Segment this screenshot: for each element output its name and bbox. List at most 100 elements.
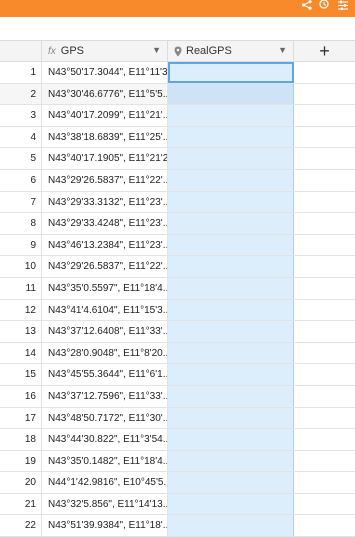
gps-cell[interactable]: N43°37'12.6408", E11°33'...	[42, 321, 168, 342]
top-toolbar	[0, 0, 355, 17]
gps-cell[interactable]: N43°28'0.9048", E11°8'20...	[42, 342, 168, 364]
table-row[interactable]: 13 N43°37'12.6408", E11°33'...	[0, 321, 355, 343]
realgps-cell[interactable]	[168, 342, 294, 364]
gps-cell[interactable]: N43°44'30.822", E11°3'54...	[42, 429, 168, 450]
table-row[interactable]: 16 N43°37'12.7596", E11°33'...	[0, 385, 355, 408]
row-number: 18	[0, 429, 42, 450]
gps-cell[interactable]: N43°29'26.5837", E11°22'...	[42, 169, 168, 191]
table-row[interactable]: 6 N43°29'26.5837", E11°22'...	[0, 169, 355, 192]
share-icon[interactable]	[301, 0, 313, 10]
realgps-cell[interactable]	[168, 234, 294, 256]
gps-cell[interactable]: N43°37'12.7596", E11°33'...	[42, 385, 168, 407]
column-header-gps[interactable]: fx GPS ▼	[42, 41, 168, 61]
table-row[interactable]: 19 N43°35'0.1482", E11°18'4...	[0, 450, 355, 473]
gps-cell[interactable]: N43°35'0.1482", E11°18'4...	[42, 450, 168, 472]
realgps-cell[interactable]	[168, 213, 294, 234]
realgps-cell[interactable]	[168, 407, 294, 429]
table-row[interactable]: 15 N43°45'55.3644", E11°6'1...	[0, 364, 355, 386]
empty-area	[294, 256, 355, 277]
column-header-realgps[interactable]: RealGPS ▼	[168, 41, 294, 61]
gps-cell[interactable]: N43°50'17.3044", E11°11'3...	[42, 62, 168, 83]
empty-area	[294, 299, 355, 321]
row-number: 22	[0, 515, 42, 537]
realgps-cell[interactable]	[168, 429, 294, 450]
gps-cell[interactable]: N43°29'26.5837", E11°22'...	[42, 256, 168, 277]
realgps-cell[interactable]	[168, 105, 294, 126]
table-row[interactable]: 11 N43°35'0.5597", E11°18'4...	[0, 277, 355, 300]
realgps-cell[interactable]	[168, 472, 294, 493]
add-column-button[interactable]: +	[294, 41, 355, 61]
row-number: 6	[0, 169, 42, 191]
gps-cell[interactable]: N43°40'17.2099", E11°21'...	[42, 105, 168, 126]
row-number: 4	[0, 126, 42, 148]
table-row[interactable]: 2 N43°30'46.6776", E11°5'5...	[0, 83, 355, 106]
chevron-down-icon[interactable]: ▼	[278, 45, 287, 55]
table-row[interactable]: 17 N43°48'50.7172", E11°30'...	[0, 407, 355, 430]
realgps-cell[interactable]	[168, 450, 294, 472]
table-row[interactable]: 5 N43°40'17.1905", E11°21'2...	[0, 148, 355, 170]
table-row[interactable]: 21 N43°32'5.856", E11°14'13...	[0, 493, 355, 516]
table-row[interactable]: 14 N43°28'0.9048", E11°8'20...	[0, 342, 355, 365]
table-header: fx GPS ▼ RealGPS ▼ +	[0, 40, 355, 62]
empty-area	[294, 62, 355, 83]
row-number: 17	[0, 407, 42, 429]
gps-cell[interactable]: N43°29'33.4248", E11°23'...	[42, 213, 168, 234]
table-row[interactable]: 12 N43°41'4.6104", E11°15'3...	[0, 299, 355, 322]
empty-area	[294, 191, 355, 213]
gps-cell[interactable]: N43°51'39.9384", E11°18'...	[42, 515, 168, 537]
table-row[interactable]: 22 N43°51'39.9384", E11°18'...	[0, 515, 355, 537]
table-row[interactable]: 1 N43°50'17.3044", E11°11'3...	[0, 62, 355, 84]
table-row[interactable]: 20 N44°1'42.9816", E10°45'5...	[0, 472, 355, 494]
realgps-cell[interactable]	[168, 515, 294, 537]
gps-cell[interactable]: N43°40'17.1905", E11°21'2...	[42, 148, 168, 169]
realgps-cell[interactable]	[168, 493, 294, 515]
empty-area	[294, 364, 355, 385]
empty-area	[294, 126, 355, 148]
table-row[interactable]: 18 N43°44'30.822", E11°3'54...	[0, 429, 355, 451]
realgps-cell[interactable]	[168, 191, 294, 213]
realgps-cell[interactable]	[168, 169, 294, 191]
location-pin-icon	[174, 46, 182, 57]
realgps-cell[interactable]	[168, 299, 294, 321]
gps-cell[interactable]: N43°41'4.6104", E11°15'3...	[42, 299, 168, 321]
realgps-cell[interactable]	[168, 385, 294, 407]
row-number: 5	[0, 148, 42, 169]
empty-area	[294, 83, 355, 105]
empty-area	[294, 407, 355, 429]
empty-area	[294, 342, 355, 364]
row-number: 10	[0, 256, 42, 277]
gps-cell[interactable]: N43°35'0.5597", E11°18'4...	[42, 277, 168, 299]
column-label: GPS	[60, 45, 85, 57]
table-row[interactable]: 10 N43°29'26.5837", E11°22'...	[0, 256, 355, 278]
realgps-cell[interactable]	[168, 126, 294, 148]
realgps-cell[interactable]	[168, 321, 294, 342]
chevron-down-icon[interactable]: ▼	[152, 45, 161, 55]
realgps-cell[interactable]	[168, 148, 294, 169]
realgps-cell[interactable]	[168, 256, 294, 277]
gps-cell[interactable]: N43°32'5.856", E11°14'13...	[42, 493, 168, 515]
row-number: 11	[0, 277, 42, 299]
row-number: 7	[0, 191, 42, 213]
gps-cell[interactable]: N44°1'42.9816", E10°45'5...	[42, 472, 168, 493]
realgps-cell[interactable]	[168, 277, 294, 299]
table-row[interactable]: 4 N43°38'18.6839", E11°25'...	[0, 126, 355, 149]
gps-cell[interactable]: N43°45'55.3644", E11°6'1...	[42, 364, 168, 385]
gps-cell[interactable]: N43°30'46.6776", E11°5'5...	[42, 83, 168, 105]
table-row[interactable]: 7 N43°29'33.3132", E11°23'...	[0, 191, 355, 214]
realgps-cell[interactable]	[168, 83, 294, 105]
realgps-cell-selected[interactable]	[168, 62, 294, 83]
gps-cell[interactable]: N43°48'50.7172", E11°30'...	[42, 407, 168, 429]
table-row[interactable]: 8 N43°29'33.4248", E11°23'...	[0, 213, 355, 235]
gps-cell[interactable]: N43°46'13.2384", E11°23'...	[42, 234, 168, 256]
empty-area	[294, 472, 355, 493]
gps-cell[interactable]: N43°29'33.3132", E11°23'...	[42, 191, 168, 213]
realgps-cell[interactable]	[168, 364, 294, 385]
table-row[interactable]: 9 N43°46'13.2384", E11°23'...	[0, 234, 355, 257]
row-number: 12	[0, 299, 42, 321]
empty-area	[294, 493, 355, 515]
settings-sliders-icon[interactable]	[337, 0, 349, 10]
table-row[interactable]: 3 N43°40'17.2099", E11°21'...	[0, 105, 355, 127]
history-icon[interactable]	[318, 0, 330, 10]
empty-area	[294, 450, 355, 472]
gps-cell[interactable]: N43°38'18.6839", E11°25'...	[42, 126, 168, 148]
